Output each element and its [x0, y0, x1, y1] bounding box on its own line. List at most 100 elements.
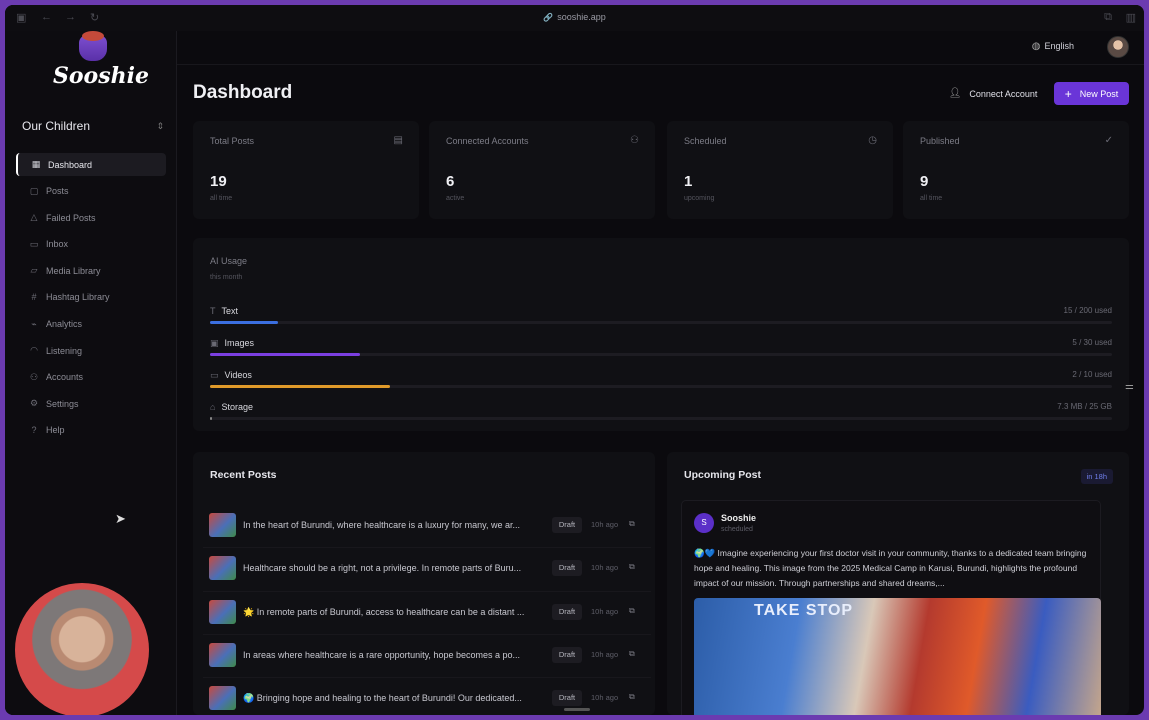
external-link-icon[interactable]: ⧉ — [629, 692, 635, 702]
post-text: Healthcare should be a right, not a priv… — [243, 563, 522, 574]
usage-row-videos: ▭ Videos 2 / 10 used — [210, 370, 1112, 394]
stat-title: Scheduled — [684, 136, 727, 146]
usage-value: 7.3 MB / 25 GB — [1057, 402, 1112, 411]
post-text: 🌟 In remote parts of Burundi, access to … — [243, 606, 525, 617]
post-row[interactable]: In the heart of Burundi, where healthcar… — [209, 505, 639, 543]
hash-icon: # — [31, 292, 37, 303]
post-time: 10h ago — [591, 563, 619, 573]
author-name: Sooshie — [721, 513, 757, 523]
stat-card-published: Published ✓ 9 all time — [903, 121, 1129, 219]
usage-track — [210, 353, 1112, 356]
sooshie-bowl-icon — [79, 31, 107, 61]
logo[interactable]: Sooshie — [53, 31, 149, 99]
stat-subtitle: all time — [210, 195, 233, 202]
globe-icon: ◍ — [1031, 41, 1041, 52]
sidebar-item-label: Analytics — [46, 319, 83, 330]
sidebar-item-settings[interactable]: ⚙ Settings — [16, 392, 166, 415]
address-bar[interactable]: 🔗 sooshie.app — [5, 12, 1144, 22]
status-badge: Draft — [552, 646, 582, 663]
split-view-icon[interactable]: ▥ — [1126, 11, 1136, 24]
usage-label-text: Images — [224, 338, 255, 348]
upcoming-post-preview[interactable]: S Sooshie scheduled 🌍💙 Imagine experienc… — [681, 500, 1101, 715]
post-time: 10h ago — [591, 520, 619, 529]
usage-fill — [210, 417, 212, 420]
sidebar-item-label: Posts — [46, 186, 69, 197]
sidebar-item-help[interactable]: ? Help — [16, 419, 166, 442]
post-time: 10h ago — [591, 606, 619, 616]
sidebar-item-label: Dashboard — [48, 159, 93, 170]
external-link-icon[interactable]: ⧉ — [629, 606, 635, 616]
sidebar-item-posts[interactable]: ▢ Posts — [16, 180, 166, 203]
sidebar-item-analytics[interactable]: ⌁ Analytics — [16, 313, 166, 336]
sidebar-item-label: Failed Posts — [46, 212, 96, 223]
post-text: 🌍💙 Imagine experiencing your first docto… — [694, 548, 1087, 588]
users-icon: ⚇ — [29, 371, 39, 382]
plus-icon: + — [1064, 86, 1072, 101]
scroll-indicator[interactable] — [564, 708, 590, 711]
sidebar-item-listening[interactable]: ◠ Listening — [16, 339, 166, 362]
post-thumbnail — [209, 686, 236, 711]
post-text: In areas where healthcare is a rare oppo… — [243, 649, 520, 660]
post-row[interactable]: In areas where healthcare is a rare oppo… — [209, 635, 639, 673]
external-link-icon[interactable]: ⧉ — [629, 562, 635, 572]
org-switcher[interactable]: Our Children ⇕ — [22, 116, 164, 136]
document-icon: ▤ — [393, 135, 403, 146]
inbox-icon: ▭ — [29, 238, 39, 249]
sidebar-item-dashboard[interactable]: ▦ Dashboard — [16, 153, 166, 176]
sidebar-item-accounts[interactable]: ⚇ Accounts — [16, 366, 166, 389]
sidebar-item-failed-posts[interactable]: △ Failed Posts — [16, 206, 166, 229]
status-badge: Draft — [552, 517, 582, 533]
app-window: ▣ ← → ↻ 🔗 sooshie.app ⧉ ▥ Sooshie Our Chi… — [5, 5, 1144, 715]
share-icon[interactable]: ⧉ — [1104, 11, 1112, 24]
status-badge: Draft — [552, 560, 582, 577]
stat-card-total-posts: Total Posts ▤ 19 all time — [193, 121, 419, 219]
post-row[interactable]: 🌟 In remote parts of Burundi, access to … — [209, 592, 639, 630]
sidebar-item-label: Accounts — [46, 372, 84, 383]
usage-value: 5 / 30 used — [1072, 338, 1112, 347]
sliders-icon[interactable]: ⚌ — [1125, 381, 1134, 392]
language-selector[interactable]: ◍ English — [1032, 41, 1074, 52]
usage-track — [210, 385, 1112, 388]
post-thumbnail — [209, 513, 236, 537]
sidebar-item-label: Media Library — [46, 265, 101, 276]
file-icon: ▢ — [29, 185, 39, 196]
sidebar-item-hashtag-library[interactable]: # Hashtag Library — [16, 286, 166, 309]
external-link-icon[interactable]: ⧉ — [629, 519, 635, 529]
stat-value: 9 — [920, 173, 929, 190]
new-post-button[interactable]: + New Post — [1054, 82, 1129, 105]
stat-title: Connected Accounts — [446, 136, 529, 146]
usage-value: 2 / 10 used — [1072, 370, 1112, 379]
sidebar-item-media-library[interactable]: ▱ Media Library — [16, 259, 166, 282]
post-row[interactable]: Healthcare should be a right, not a priv… — [209, 548, 639, 586]
stat-subtitle: active — [446, 195, 465, 202]
user-avatar[interactable] — [1107, 36, 1129, 58]
sidebar-item-label: Help — [46, 425, 65, 436]
ai-usage-period: this month — [210, 274, 243, 281]
post-text: 🌍 Bringing hope and healing to the heart… — [243, 693, 522, 704]
stat-value: 1 — [684, 173, 693, 190]
users-icon: ⚇ — [630, 135, 639, 146]
check-circle-icon: ✓ — [1104, 135, 1113, 146]
usage-fill — [210, 385, 391, 388]
external-link-icon[interactable]: ⧉ — [629, 649, 635, 659]
mouse-cursor-icon: ➤ — [115, 511, 126, 526]
usage-fill — [210, 321, 278, 324]
new-post-label: New Post — [1079, 88, 1119, 99]
upcoming-post-title: Upcoming Post — [684, 469, 762, 481]
usage-label-text: Text — [221, 306, 239, 316]
header-divider — [177, 64, 1144, 65]
post-time: 10h ago — [591, 693, 619, 703]
usage-label-text: Storage — [221, 402, 253, 412]
connect-account-button[interactable]: 👤︎ Connect Account — [937, 82, 1049, 105]
page-title: Dashboard — [193, 82, 293, 103]
org-name: Our Children — [22, 119, 91, 133]
grid-icon: ▦ — [31, 159, 41, 169]
usage-label: ⌂ Storage — [210, 402, 253, 412]
sidebar-item-label: Settings — [46, 398, 79, 409]
sidebar-item-inbox[interactable]: ▭ Inbox — [16, 233, 166, 256]
author-avatar: S — [694, 513, 714, 533]
usage-value: 15 / 200 used — [1063, 306, 1112, 315]
usage-row-storage: ⌂ Storage 7.3 MB / 25 GB — [210, 402, 1112, 426]
usage-fill — [210, 353, 361, 356]
browser-toolbar: ▣ ← → ↻ 🔗 sooshie.app ⧉ ▥ — [5, 5, 1144, 31]
